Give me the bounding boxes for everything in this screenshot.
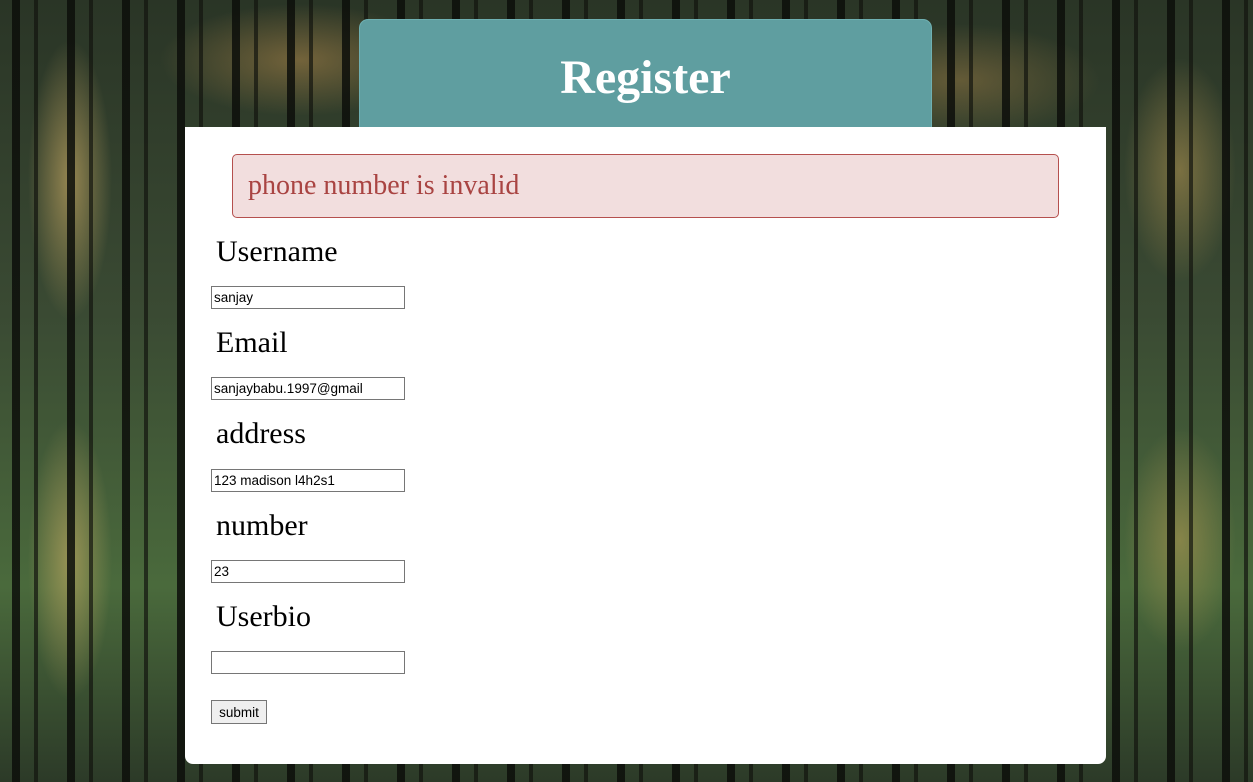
userbio-input[interactable]	[211, 651, 405, 674]
error-alert: phone number is invalid	[232, 154, 1059, 218]
number-label: number	[216, 509, 308, 542]
error-alert-message: phone number is invalid	[248, 170, 520, 201]
page-title: Register	[560, 51, 731, 104]
number-input[interactable]	[211, 560, 405, 583]
submit-button[interactable]: submit	[211, 700, 267, 724]
email-input[interactable]	[211, 377, 405, 400]
register-form-card: phone number is invalid Username Email a…	[185, 127, 1106, 764]
address-label: address	[216, 417, 306, 450]
username-label: Username	[216, 235, 338, 268]
register-header: Register	[359, 19, 932, 137]
username-input[interactable]	[211, 286, 405, 309]
address-input[interactable]	[211, 469, 405, 492]
userbio-label: Userbio	[216, 600, 311, 633]
email-label: Email	[216, 326, 288, 359]
